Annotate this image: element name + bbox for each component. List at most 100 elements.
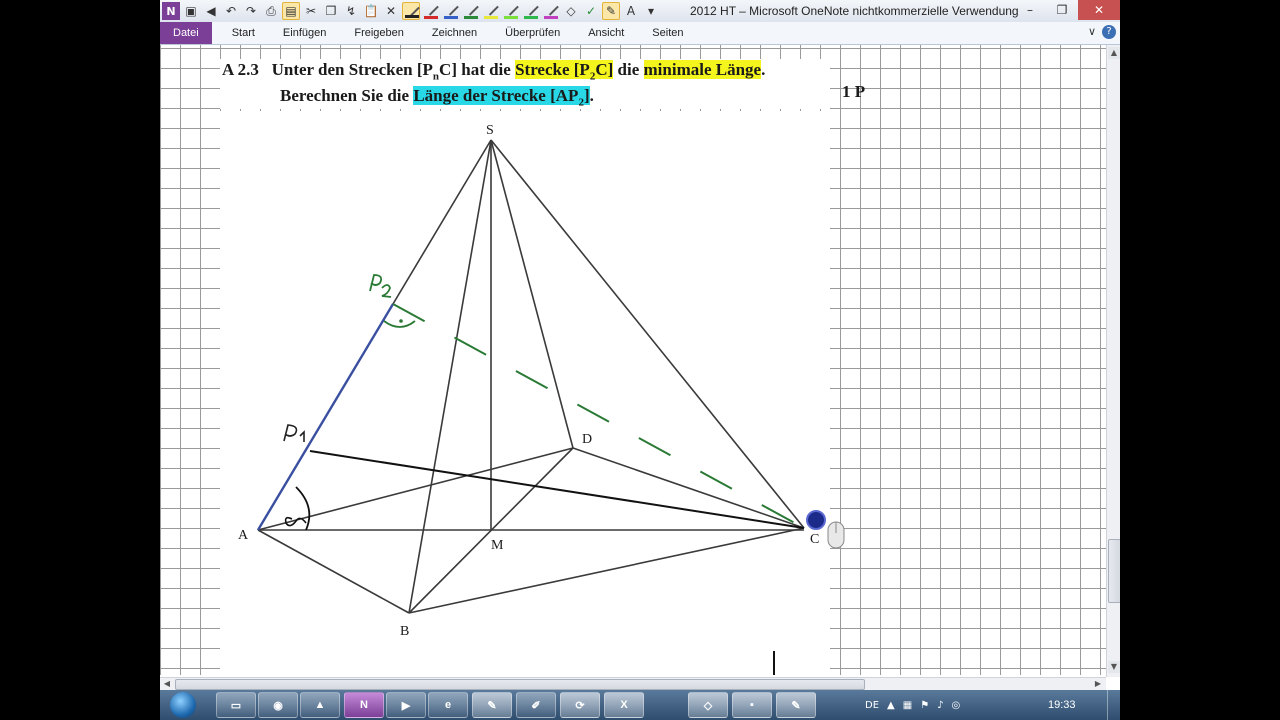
taskbar-firefox-icon[interactable]: ◉ (258, 692, 298, 718)
edge-b-c (408, 527, 805, 614)
vertex-label-c: C (810, 532, 819, 547)
taskbar-app-shapes-icon[interactable]: ◇ (688, 692, 728, 718)
scroll-down-icon[interactable]: ▼ (1108, 661, 1120, 673)
tab-start[interactable]: Start (218, 22, 269, 44)
taskbar-app-pen-icon[interactable]: ✎ (472, 692, 512, 718)
tray-volume-icon[interactable]: ♪ (937, 700, 943, 711)
redo-icon[interactable]: ↷ (242, 2, 260, 20)
customize-toolbar-icon[interactable]: ▾ (642, 2, 660, 20)
pen-green-icon[interactable] (462, 2, 480, 20)
segment-p1-c (309, 450, 805, 529)
paste-icon[interactable]: 📋 (362, 2, 380, 20)
horizontal-scroll-thumb[interactable] (175, 679, 865, 690)
show-desktop-button[interactable] (1107, 690, 1120, 720)
tray-network-icon[interactable]: ▦ (903, 700, 912, 711)
tray-flag-icon[interactable]: ⚑ (920, 700, 929, 711)
taskbar-vlc-icon[interactable]: ▲ (300, 692, 340, 718)
horizontal-scrollbar[interactable]: ◀ ▶ (160, 677, 1106, 691)
lasso-icon[interactable]: ↯ (342, 2, 360, 20)
vertex-label-d: D (582, 432, 592, 447)
taskbar-excel-icon[interactable]: X (604, 692, 644, 718)
ribbon-tabs: Datei Start Einfügen Freigeben Zeichnen … (160, 22, 1120, 45)
note-page[interactable]: A 2.3 Unter den Strecken [PnC] hat die S… (160, 45, 1106, 675)
print-preview-icon[interactable]: ⎙ (262, 2, 280, 20)
scroll-up-icon[interactable]: ▲ (1108, 47, 1120, 59)
tab-ueberpruefen[interactable]: Überprüfen (491, 22, 574, 44)
minimize-button[interactable]: – (1014, 0, 1046, 20)
scroll-right-icon[interactable]: ▶ (1092, 678, 1104, 690)
vertical-scrollbar[interactable]: ▲ ▼ (1106, 45, 1120, 677)
vertical-scroll-thumb[interactable] (1108, 539, 1120, 603)
tab-ansicht[interactable]: Ansicht (574, 22, 638, 44)
ribbon-right-controls: ∨ ? (1088, 25, 1116, 39)
tab-freigeben[interactable]: Freigeben (340, 22, 418, 44)
taskbar-app-tool-icon[interactable]: ✐ (516, 692, 556, 718)
angle-alpha-arc (295, 486, 311, 531)
dock-icon[interactable]: ▣ (182, 2, 200, 20)
tray-expand-icon[interactable]: ▲ (887, 700, 895, 711)
tray-app-icon[interactable]: ◎ (952, 700, 961, 711)
vertex-label-s: S (486, 123, 494, 138)
collapse-ribbon-icon[interactable]: ∨ (1088, 25, 1096, 39)
select-tool-icon[interactable]: ▤ (282, 2, 300, 20)
label-p2-handwritten (369, 274, 392, 298)
onenote-app-icon[interactable]: N (162, 2, 180, 20)
cut-icon[interactable]: ✂ (302, 2, 320, 20)
taskbar-clock[interactable]: 19:33 (1048, 699, 1076, 711)
copy-icon[interactable]: ❐ (322, 2, 340, 20)
vertex-label-a: A (238, 528, 249, 543)
highlighter-green-icon[interactable] (522, 2, 540, 20)
pen-magenta-icon[interactable] (542, 2, 560, 20)
tab-seiten[interactable]: Seiten (638, 22, 697, 44)
close-button[interactable]: ✕ (1078, 0, 1120, 20)
window-controls: – ❐ ✕ (1014, 0, 1120, 20)
taskbar-media-icon[interactable]: ▶ (386, 692, 426, 718)
edge-a-d (257, 447, 574, 531)
pen-blue-icon[interactable] (442, 2, 460, 20)
text-mode-icon[interactable]: A (622, 2, 640, 20)
edge-s-d (490, 139, 574, 449)
quick-access-toolbar: N ▣ ◀ ↶ ↷ ⎙ ▤ ✂ ❐ ↯ 📋 ✕ ◇ ✓ ✎ A ▾ (162, 2, 660, 20)
highlighter-yellow-icon[interactable] (482, 2, 500, 20)
segment-a-p2 (256, 303, 395, 531)
shapes-icon[interactable]: ◇ (562, 2, 580, 20)
vertex-label-m: M (491, 538, 504, 553)
system-tray: DE ▲ ▦ ⚑ ♪ ◎ (865, 690, 960, 720)
vertex-label-b: B (400, 624, 409, 639)
undo-icon[interactable]: ↶ (222, 2, 240, 20)
edge-s-c (490, 139, 805, 529)
onenote-window: N ▣ ◀ ↶ ↷ ⎙ ▤ ✂ ❐ ↯ 📋 ✕ ◇ ✓ ✎ A ▾ 2012 H… (160, 0, 1120, 720)
pyramid-figure: S A B C D M (238, 123, 845, 675)
delete-icon[interactable]: ✕ (382, 2, 400, 20)
edge-a-b (257, 529, 410, 614)
windows-taskbar: ▭ ◉ ▲ N ▶ e ✎ ✐ ⟳ X ◇ ▪ ✎ DE ▲ ▦ ⚑ ♪ ◎ 1… (160, 690, 1120, 720)
taskbar-app-edit-icon[interactable]: ✎ (776, 692, 816, 718)
scroll-left-icon[interactable]: ◀ (161, 678, 173, 690)
right-angle-dot (399, 319, 403, 323)
edge-d-c (572, 447, 805, 529)
taskbar-onenote-icon[interactable]: N (344, 692, 384, 718)
back-icon[interactable]: ◀ (202, 2, 220, 20)
start-button[interactable] (170, 692, 196, 718)
pyramid-edges (257, 139, 805, 614)
tab-datei[interactable]: Datei (160, 22, 212, 44)
window-title: 2012 HT – Microsoft OneNote nichtkommerz… (690, 4, 1019, 18)
taskbar-save-icon[interactable]: ▪ (732, 692, 772, 718)
tab-zeichnen[interactable]: Zeichnen (418, 22, 491, 44)
taskbar-ie-icon[interactable]: e (428, 692, 468, 718)
pen-cursor-icon (806, 510, 826, 530)
pen-black-icon[interactable] (402, 2, 420, 20)
help-icon[interactable]: ? (1102, 25, 1116, 39)
segment-p2-c-dashed (392, 303, 805, 529)
checkmark-icon[interactable]: ✓ (582, 2, 600, 20)
eraser-icon[interactable]: ✎ (602, 2, 620, 20)
taskbar-explorer-icon[interactable]: ▭ (216, 692, 256, 718)
title-bar: N ▣ ◀ ↶ ↷ ⎙ ▤ ✂ ❐ ↯ 📋 ✕ ◇ ✓ ✎ A ▾ 2012 H… (160, 0, 1120, 23)
taskbar-sync-icon[interactable]: ⟳ (560, 692, 600, 718)
tab-einfuegen[interactable]: Einfügen (269, 22, 340, 44)
language-indicator[interactable]: DE (865, 700, 879, 711)
pen-red-icon[interactable] (422, 2, 440, 20)
label-p1-handwritten (283, 424, 305, 442)
highlighter-lime-icon[interactable] (502, 2, 520, 20)
restore-button[interactable]: ❐ (1046, 0, 1078, 20)
